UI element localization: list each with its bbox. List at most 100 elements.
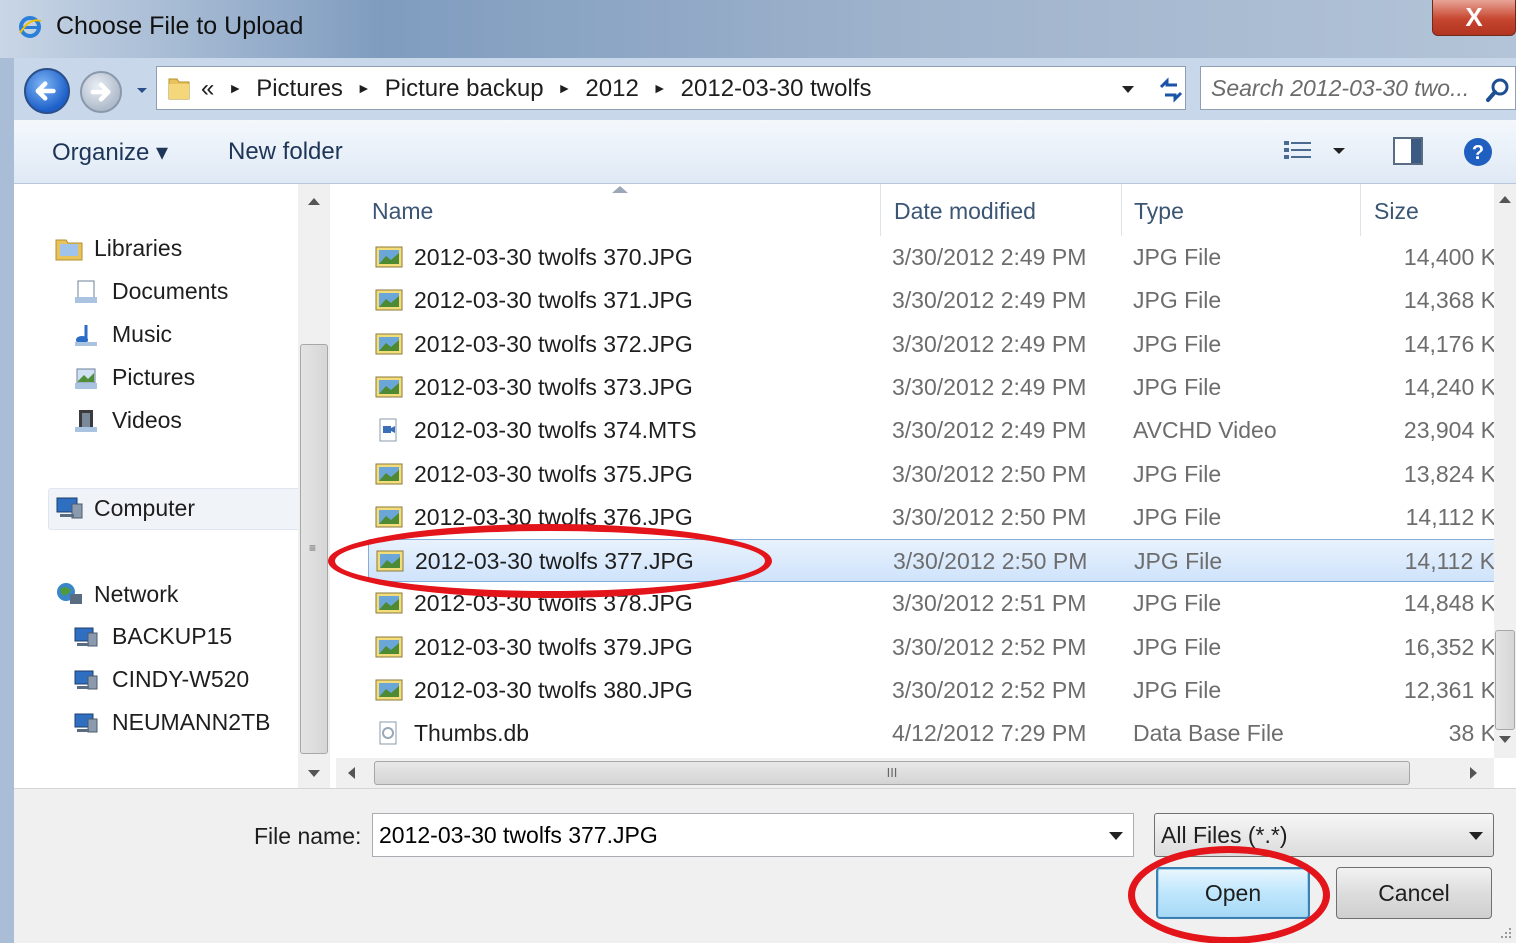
breadcrumb-item[interactable]: 2012 [585, 75, 638, 103]
chevron-right-icon[interactable]: ► [653, 80, 667, 108]
file-type-filter-value: All Files (*.*) [1161, 822, 1288, 848]
scroll-left-icon[interactable] [348, 767, 355, 779]
new-folder-button[interactable]: New folder [228, 138, 343, 166]
nav-item-libraries[interactable]: Libraries [54, 234, 182, 262]
breadcrumb-item[interactable]: Picture backup [385, 75, 544, 103]
file-row[interactable]: 2012-03-30 twolfs 379.JPG 3/30/2012 2:52 … [368, 626, 1498, 669]
column-divider[interactable] [1360, 184, 1361, 236]
file-row[interactable]: 2012-03-30 twolfs 376.JPG 3/30/2012 2:50 … [368, 496, 1498, 539]
dropdown-arrow-icon[interactable] [1469, 832, 1483, 840]
nav-item-computer[interactable]: Computer [54, 494, 195, 522]
folder-icon [168, 78, 190, 100]
nav-item-videos[interactable]: Videos [72, 407, 182, 434]
breadcrumb[interactable]: « ► Pictures ► Picture backup ► 2012 ► 2… [156, 66, 1186, 110]
grip-icon: ≡ [309, 541, 317, 555]
file-type: JPG File [1133, 460, 1222, 487]
chevron-right-icon[interactable]: ► [228, 80, 242, 108]
file-type: Data Base File [1133, 720, 1284, 747]
search-box[interactable] [1200, 66, 1516, 110]
nav-label: Pictures [112, 364, 196, 390]
nav-item-pictures[interactable]: Pictures [72, 364, 195, 391]
column-divider[interactable] [1121, 184, 1122, 236]
close-button[interactable]: X [1432, 0, 1516, 36]
file-type: AVCHD Video [1133, 417, 1277, 444]
file-name: 2012-03-30 twolfs 372.JPG [414, 330, 693, 357]
breadcrumb-overflow[interactable]: « [201, 75, 214, 103]
file-size: 14,400 K [1403, 244, 1496, 270]
dropdown-arrow-icon[interactable] [1109, 832, 1123, 840]
file-name: 2012-03-30 twolfs 375.JPG [414, 460, 693, 487]
nav-label: Network [94, 580, 179, 607]
file-row[interactable]: 2012-03-30 twolfs 370.JPG 3/30/2012 2:49 … [368, 236, 1498, 279]
nav-item-host[interactable]: CINDY-W520 [72, 666, 249, 693]
file-date: 3/30/2012 2:50 PM [892, 503, 1087, 530]
file-date: 4/12/2012 7:29 PM [892, 720, 1087, 747]
nav-item-network[interactable]: Network [54, 580, 178, 608]
image-file-icon [375, 592, 403, 614]
file-type: JPG File [1133, 503, 1222, 530]
chevron-right-icon[interactable]: ► [357, 80, 371, 108]
nav-scrollbar[interactable]: ≡ [298, 184, 330, 788]
file-row[interactable]: 2012-03-30 twolfs 371.JPG 3/30/2012 2:49 … [368, 279, 1498, 322]
organize-button[interactable]: Organize ▾ [52, 138, 168, 167]
scroll-down-icon[interactable] [1499, 736, 1511, 743]
scrollbar-thumb[interactable]: III [374, 761, 1410, 785]
file-row-selected[interactable]: 2012-03-30 twolfs 377.JPG 3/30/2012 2:50 … [368, 539, 1498, 583]
scrollbar-thumb[interactable]: ≡ [300, 344, 328, 754]
address-dropdown-icon[interactable] [1119, 83, 1137, 97]
file-list-scrollbar[interactable] [1494, 184, 1516, 758]
scroll-up-icon[interactable] [1499, 196, 1511, 203]
nav-item-host[interactable]: BACKUP15 [72, 623, 232, 650]
file-row[interactable]: 2012-03-30 twolfs 374.MTS 3/30/2012 2:49 … [368, 409, 1498, 452]
column-header-name[interactable]: Name [372, 198, 433, 225]
file-size: 12,361 K [1403, 677, 1496, 703]
column-header-type[interactable]: Type [1134, 198, 1184, 225]
file-date: 3/30/2012 2:49 PM [892, 417, 1087, 444]
search-icon[interactable] [1485, 77, 1511, 103]
file-name-input[interactable] [379, 820, 1079, 850]
column-header-date[interactable]: Date modified [894, 198, 1036, 225]
file-row[interactable]: 2012-03-30 twolfs 380.JPG 3/30/2012 2:52 … [368, 669, 1498, 712]
image-file-icon [375, 333, 403, 355]
file-name: 2012-03-30 twolfs 380.JPG [414, 677, 693, 703]
file-row[interactable]: Thumbs.db 4/12/2012 7:29 PM Data Base File… [368, 712, 1498, 755]
file-row[interactable]: 2012-03-30 twolfs 372.JPG 3/30/2012 2:49 … [368, 323, 1498, 366]
open-button[interactable]: Open [1156, 867, 1310, 919]
recent-pages-dropdown-icon[interactable] [134, 80, 150, 100]
scrollbar-thumb[interactable] [1495, 630, 1515, 730]
search-input[interactable] [1211, 73, 1481, 103]
column-divider[interactable] [880, 184, 881, 236]
refresh-icon[interactable] [1157, 77, 1185, 103]
file-name: Thumbs.db [414, 720, 530, 747]
view-details-icon[interactable] [1282, 138, 1316, 164]
window-frame [0, 58, 14, 184]
scroll-up-icon[interactable] [308, 198, 320, 205]
file-date: 3/30/2012 2:50 PM [893, 548, 1088, 575]
file-row[interactable]: 2012-03-30 twolfs 373.JPG 3/30/2012 2:49 … [368, 366, 1498, 409]
preview-pane-icon[interactable] [1392, 136, 1424, 166]
file-name: 2012-03-30 twolfs 379.JPG [414, 633, 693, 660]
horizontal-scrollbar[interactable]: III [336, 758, 1494, 788]
scroll-down-icon[interactable] [308, 770, 320, 777]
view-options-dropdown-icon[interactable] [1332, 146, 1346, 156]
chevron-right-icon[interactable]: ► [558, 80, 572, 108]
nav-item-host[interactable]: NEUMANN2TB [72, 709, 270, 736]
forward-button[interactable] [80, 71, 122, 113]
window-title: Choose File to Upload [56, 12, 304, 40]
back-button[interactable] [24, 68, 70, 114]
file-size: 23,904 K [1403, 417, 1496, 444]
help-icon[interactable]: ? [1462, 136, 1494, 168]
cancel-button[interactable]: Cancel [1336, 867, 1492, 919]
column-header-size[interactable]: Size [1374, 198, 1419, 225]
nav-item-music[interactable]: Music [72, 321, 172, 348]
breadcrumb-item[interactable]: 2012-03-30 twolfs [681, 75, 872, 103]
breadcrumb-item[interactable]: Pictures [256, 75, 343, 103]
file-type: JPG File [1133, 633, 1222, 660]
scroll-right-icon[interactable] [1470, 767, 1477, 779]
file-row[interactable]: 2012-03-30 twolfs 378.JPG 3/30/2012 2:51 … [368, 582, 1498, 625]
resize-grip-icon[interactable] [1500, 927, 1512, 939]
file-row[interactable]: 2012-03-30 twolfs 375.JPG 3/30/2012 2:50 … [368, 453, 1498, 496]
nav-item-documents[interactable]: Documents [72, 278, 228, 305]
file-name-combobox[interactable] [372, 813, 1134, 857]
file-type-filter[interactable]: All Files (*.*) [1154, 813, 1494, 857]
